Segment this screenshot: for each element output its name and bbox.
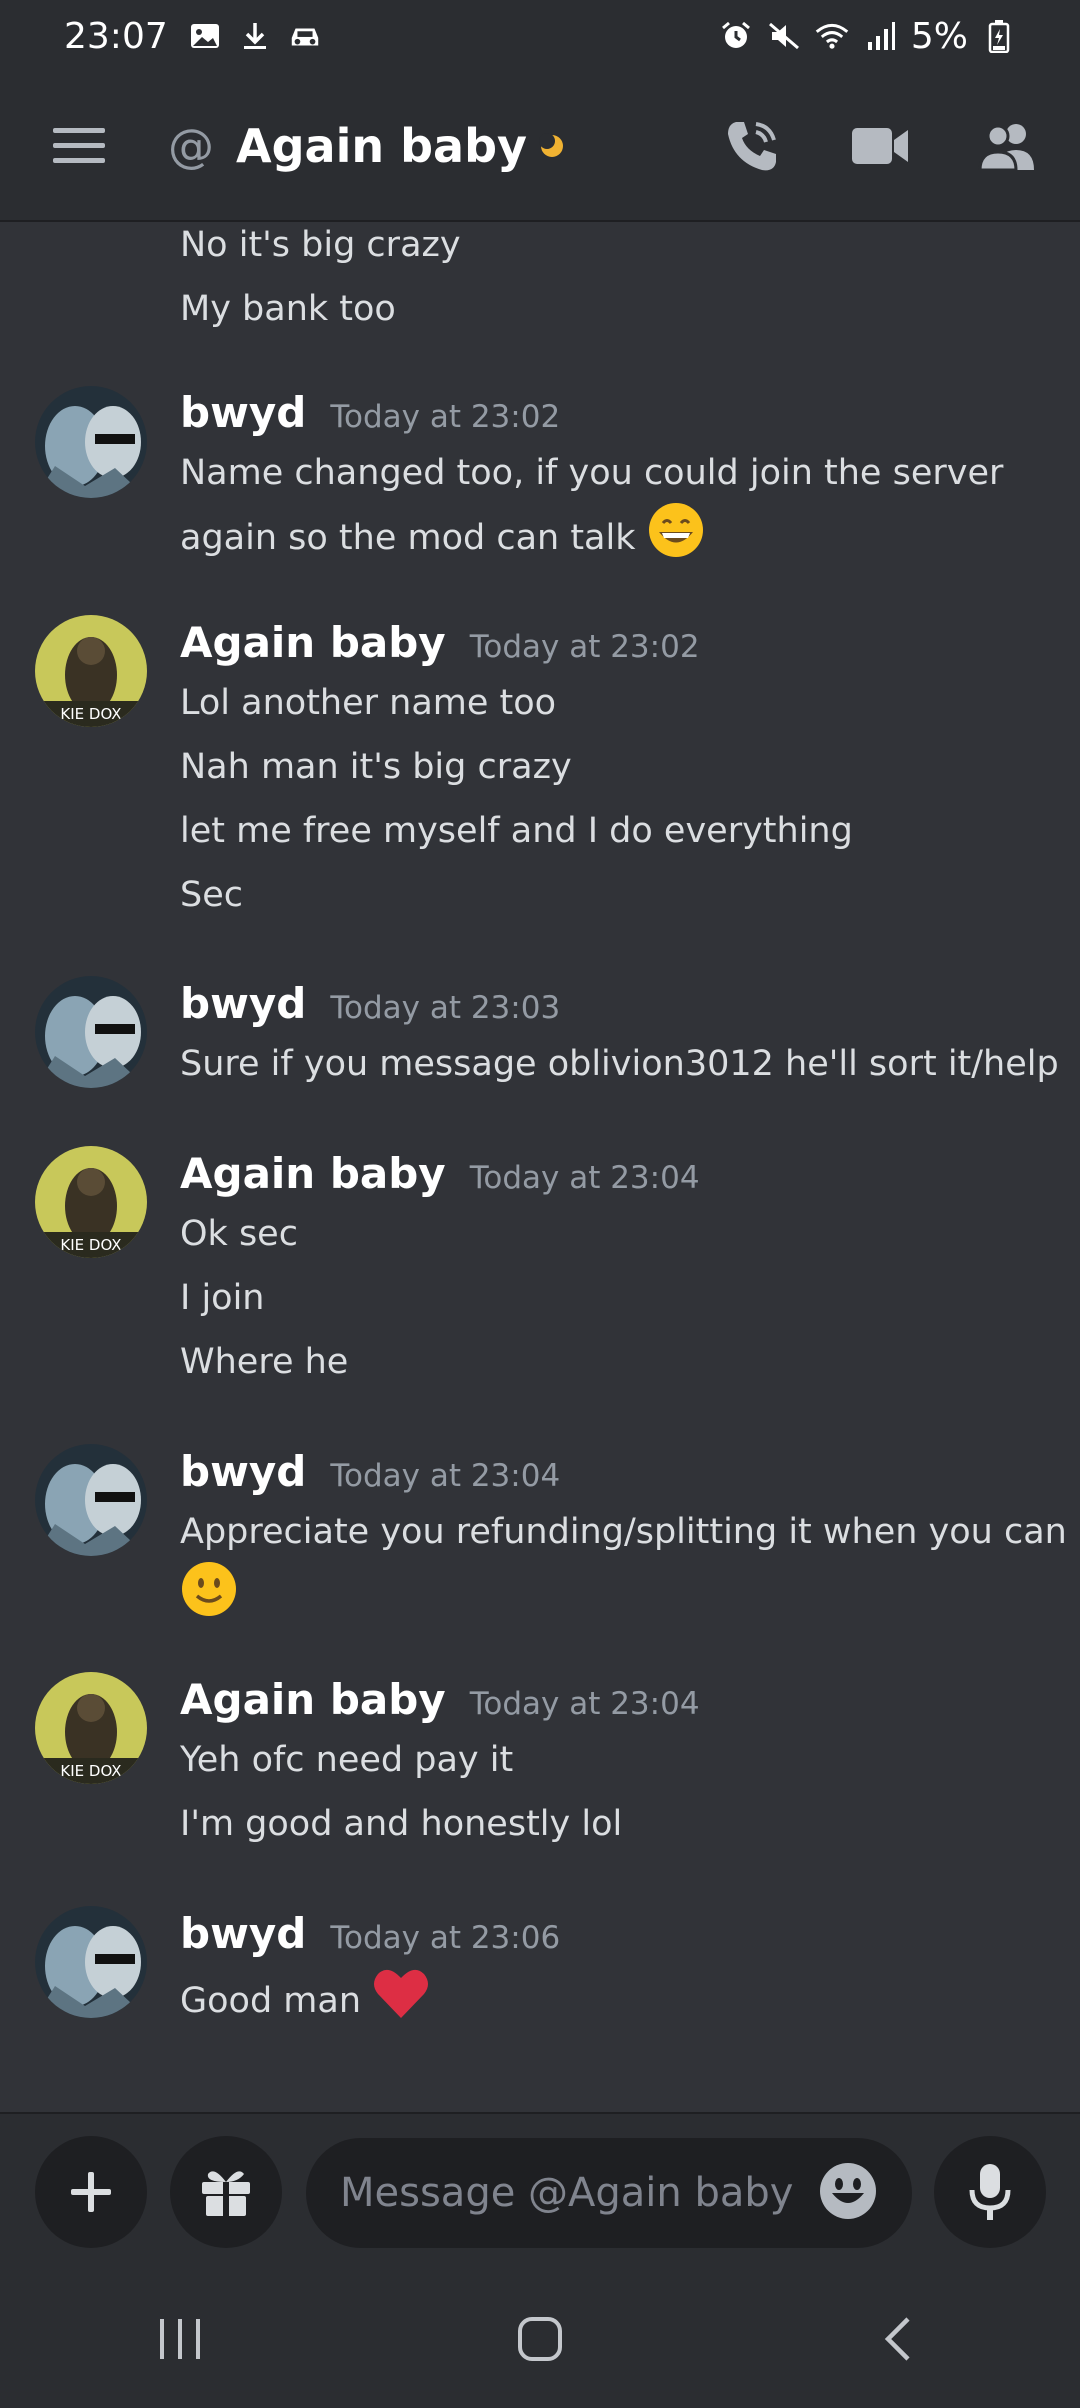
phone-call-icon[interactable] [720, 114, 784, 178]
emoji-icon[interactable] [818, 2161, 878, 2225]
home-icon[interactable] [514, 2313, 566, 2369]
signal-icon [863, 19, 897, 53]
status-system-icons: 5% [719, 16, 1016, 57]
plus-icon[interactable] [35, 2136, 147, 2248]
message-emoji-line [180, 1560, 238, 1636]
avatar-again-baby[interactable]: KIE DOX [35, 1672, 147, 1784]
message-text: Lol another name too [180, 683, 557, 723]
wifi-icon [815, 19, 849, 53]
message-timestamp: Today at 23:04 [330, 1458, 561, 1494]
message-text-with-emoji: again so the mod can talk [180, 501, 705, 577]
red-heart-icon [372, 1966, 430, 2038]
svg-text:KIE DOX: KIE DOX [60, 705, 121, 723]
idle-moon-icon [538, 133, 565, 159]
message-input[interactable]: Message @Again baby [306, 2138, 912, 2248]
slightly-smiling-face-icon [180, 1560, 238, 1636]
message-author[interactable]: bwyd Today at 23:06 [180, 1909, 560, 1958]
gift-icon[interactable] [170, 2136, 282, 2248]
avatar-again-baby[interactable]: KIE DOX [35, 615, 147, 727]
message-text: I'm good and honestly lol [180, 1804, 623, 1844]
message-composer: Message @Again baby [0, 2112, 1080, 2274]
message-text: Name changed too, if you could join the … [180, 453, 1004, 493]
message-timestamp: Today at 23:03 [330, 990, 561, 1026]
message-author[interactable]: Again baby Today at 23:04 [180, 1675, 700, 1724]
avatar-bwyd[interactable] [35, 1444, 147, 1556]
message-input-placeholder: Message @Again baby [340, 2170, 794, 2216]
message-text: Appreciate you refunding/splitting it wh… [180, 1512, 1067, 1552]
message-text-with-emoji: Good man [180, 1966, 430, 2038]
header-actions [720, 114, 1040, 178]
message-text: No it's big crazy [180, 225, 461, 265]
message-text: I join [180, 1278, 265, 1318]
message-list[interactable]: No it's big crazy My bank too bwyd Today … [0, 222, 1080, 2112]
avatar-again-baby[interactable]: KIE DOX [35, 1146, 147, 1258]
svg-text:KIE DOX: KIE DOX [60, 1236, 121, 1254]
avatar-bwyd[interactable] [35, 976, 147, 1088]
dm-title[interactable]: Again baby [236, 119, 527, 173]
image-icon [188, 19, 222, 53]
message-author[interactable]: Again baby Today at 23:02 [180, 618, 700, 667]
message-author[interactable]: Again baby Today at 23:04 [180, 1149, 700, 1198]
status-time: 23:07 [64, 15, 168, 57]
message-timestamp: Today at 23:04 [469, 1160, 700, 1196]
grinning-face-icon [647, 501, 705, 577]
mute-icon [767, 19, 801, 53]
car-icon [288, 19, 322, 53]
message-timestamp: Today at 23:06 [330, 1920, 561, 1956]
battery-icon [982, 19, 1016, 53]
message-author[interactable]: bwyd Today at 23:04 [180, 1447, 560, 1496]
message-text: Yeh ofc need pay it [180, 1740, 514, 1780]
svg-text:KIE DOX: KIE DOX [60, 1762, 121, 1780]
message-timestamp: Today at 23:04 [469, 1686, 700, 1722]
dm-header: @ Again baby [0, 72, 1080, 222]
video-camera-icon[interactable] [848, 114, 912, 178]
alarm-icon [719, 19, 753, 53]
avatar-bwyd[interactable] [35, 1906, 147, 2018]
message-text: My bank too [180, 289, 396, 329]
message-author[interactable]: bwyd Today at 23:02 [180, 388, 560, 437]
message-timestamp: Today at 23:02 [469, 629, 700, 665]
status-notification-icons [188, 19, 322, 53]
status-bar: 23:07 5% [0, 0, 1080, 72]
message-text: Ok sec [180, 1214, 298, 1254]
system-nav-bar [0, 2274, 1080, 2408]
at-icon: @ [168, 119, 214, 173]
battery-percent: 5% [910, 15, 968, 57]
avatar-bwyd[interactable] [35, 386, 147, 498]
back-icon[interactable] [874, 2313, 926, 2369]
message-text: Where he [180, 1342, 349, 1382]
recent-apps-icon[interactable] [154, 2315, 206, 2367]
message-text: Sec [180, 875, 243, 915]
hamburger-menu-icon[interactable] [40, 107, 118, 185]
message-text: Nah man it's big crazy [180, 747, 572, 787]
members-icon[interactable] [976, 114, 1040, 178]
microphone-icon[interactable] [934, 2136, 1046, 2248]
message-text: Sure if you message oblivion3012 he'll s… [180, 1044, 1059, 1084]
message-timestamp: Today at 23:02 [330, 399, 561, 435]
message-text: let me free myself and I do everything [180, 811, 853, 851]
message-author[interactable]: bwyd Today at 23:03 [180, 979, 560, 1028]
download-icon [238, 19, 272, 53]
